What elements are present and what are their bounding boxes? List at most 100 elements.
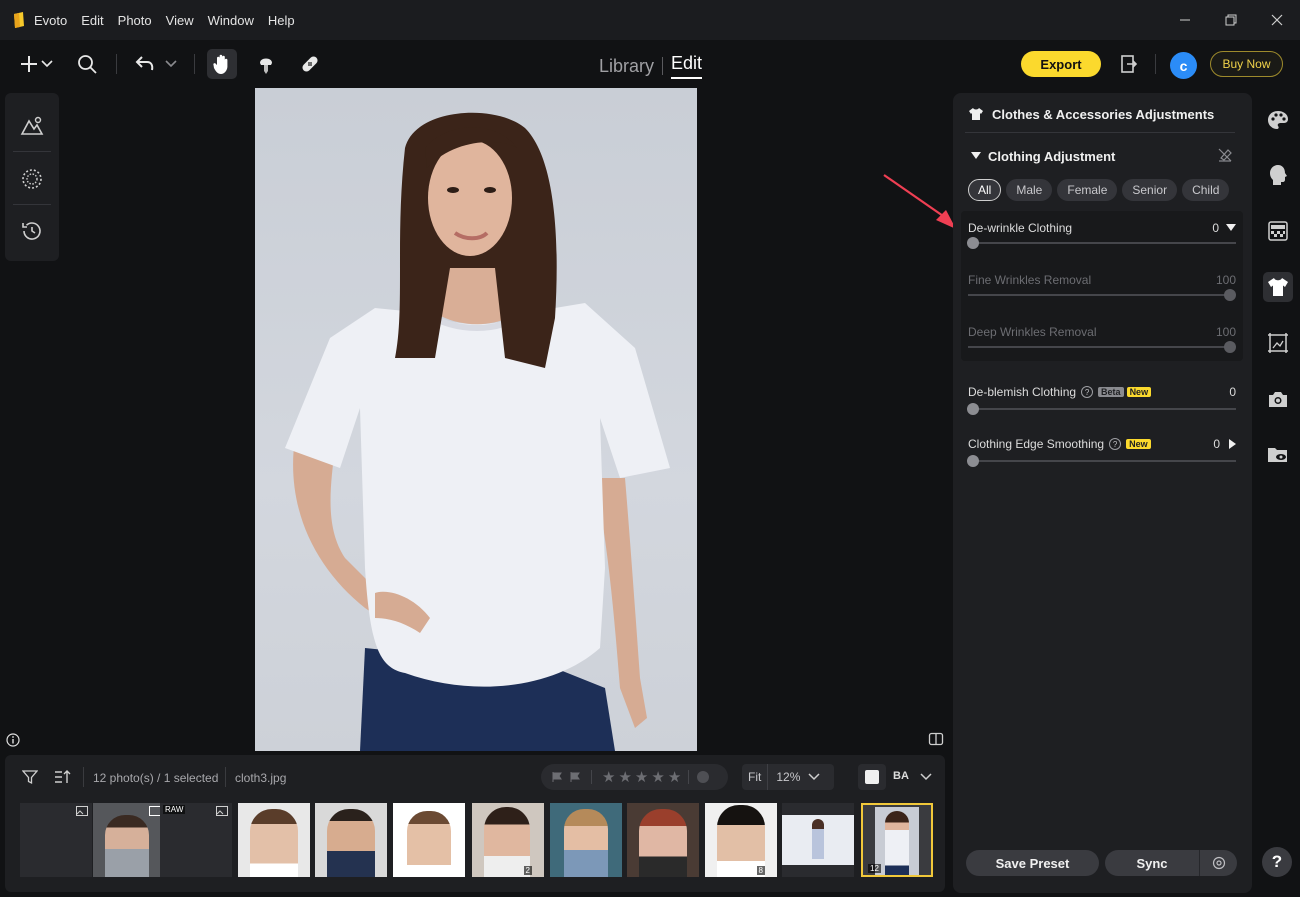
filter-senior[interactable]: Senior bbox=[1122, 179, 1178, 201]
star-5[interactable]: ★ bbox=[668, 768, 681, 786]
menu-window[interactable]: Window bbox=[208, 13, 254, 28]
minimize-button[interactable] bbox=[1162, 0, 1208, 40]
palette-icon bbox=[1268, 111, 1288, 129]
filter-icon[interactable] bbox=[22, 769, 38, 785]
preview-folder-button[interactable] bbox=[1263, 440, 1293, 470]
filter-all[interactable]: All bbox=[968, 179, 1002, 201]
avatar[interactable]: c bbox=[1170, 52, 1197, 79]
fine-wrinkles-value[interactable]: 100 bbox=[1216, 273, 1236, 287]
thumbnail[interactable] bbox=[782, 803, 854, 877]
star-1[interactable]: ★ bbox=[602, 768, 615, 786]
background-button[interactable] bbox=[1263, 216, 1293, 246]
dewrinkle-slider-handle[interactable] bbox=[967, 237, 979, 249]
right-tool-rail bbox=[1255, 93, 1300, 893]
thumbnail[interactable] bbox=[550, 803, 622, 877]
edge-smoothing-slider-handle[interactable] bbox=[967, 455, 979, 467]
caret-right-icon[interactable] bbox=[1229, 439, 1236, 449]
color-adjust-button[interactable] bbox=[1263, 105, 1293, 135]
buy-now-button[interactable]: Buy Now bbox=[1210, 51, 1283, 77]
search-button[interactable] bbox=[72, 49, 102, 79]
deep-wrinkles-slider-handle[interactable] bbox=[1224, 341, 1236, 353]
edge-smoothing-value[interactable]: 0 bbox=[1213, 437, 1220, 451]
tab-library[interactable]: Library bbox=[599, 56, 654, 77]
flag-icon[interactable] bbox=[551, 771, 563, 783]
close-button[interactable] bbox=[1254, 0, 1300, 40]
undo-dropdown-button[interactable] bbox=[162, 49, 180, 79]
help-button[interactable]: ? bbox=[1262, 847, 1292, 877]
sort-icon[interactable] bbox=[54, 769, 72, 785]
thumbnail[interactable] bbox=[20, 803, 92, 877]
filter-child[interactable]: Child bbox=[1182, 179, 1230, 201]
color-label-dot[interactable] bbox=[697, 771, 710, 783]
export-button[interactable]: Export bbox=[1021, 51, 1101, 77]
help-icon[interactable]: ? bbox=[1081, 386, 1094, 398]
deep-wrinkles-value[interactable]: 100 bbox=[1216, 325, 1236, 339]
deblemish-slider-handle[interactable] bbox=[967, 403, 979, 415]
sync-button[interactable]: Sync bbox=[1105, 850, 1200, 876]
save-preset-button[interactable]: Save Preset bbox=[966, 850, 1099, 876]
thumbnail[interactable]: 2 bbox=[472, 803, 544, 877]
history-button[interactable] bbox=[17, 216, 47, 246]
caret-down-icon[interactable] bbox=[1226, 224, 1236, 232]
edge-smoothing-slider[interactable] bbox=[967, 455, 1236, 467]
camera-button[interactable] bbox=[1263, 384, 1293, 414]
caret-down-icon[interactable] bbox=[971, 152, 981, 160]
portrait-button[interactable] bbox=[1263, 160, 1293, 190]
thumbnail[interactable] bbox=[393, 803, 465, 877]
exit-button[interactable] bbox=[1114, 49, 1144, 79]
dewrinkle-slider[interactable] bbox=[967, 237, 1236, 249]
split-view-icon[interactable] bbox=[928, 731, 944, 747]
filter-male[interactable]: Male bbox=[1006, 179, 1053, 201]
thumbnail-photo bbox=[250, 809, 298, 877]
menu-view[interactable]: View bbox=[166, 13, 194, 28]
search-icon bbox=[78, 55, 97, 74]
eraser-reset-icon[interactable] bbox=[1217, 147, 1233, 163]
fine-wrinkles-slider[interactable] bbox=[968, 289, 1236, 301]
thumbnail[interactable] bbox=[627, 803, 699, 877]
deblemish-slider[interactable] bbox=[967, 403, 1236, 415]
thumbnail[interactable] bbox=[238, 803, 310, 877]
thumbnail-selected[interactable]: 12 bbox=[861, 803, 933, 877]
thumbnail[interactable] bbox=[315, 803, 387, 877]
reject-flag-icon[interactable] bbox=[569, 771, 581, 783]
crop-frame-icon bbox=[1268, 333, 1288, 353]
scene-tool-button[interactable] bbox=[17, 111, 47, 141]
thumbnail[interactable] bbox=[93, 803, 165, 877]
thumbnail[interactable]: RAW bbox=[160, 803, 232, 877]
restore-button[interactable] bbox=[1208, 0, 1254, 40]
undo-button[interactable] bbox=[130, 49, 160, 79]
section-title[interactable]: Clothing Adjustment bbox=[988, 149, 1115, 164]
zoom-select[interactable]: 12% bbox=[768, 770, 800, 784]
fit-button[interactable]: Fit bbox=[742, 764, 769, 790]
crop-button[interactable] bbox=[1263, 328, 1293, 358]
mask-tool-button[interactable] bbox=[17, 164, 47, 194]
dewrinkle-value[interactable]: 0 bbox=[1212, 221, 1219, 235]
photo-canvas[interactable] bbox=[255, 88, 697, 751]
menu-help[interactable]: Help bbox=[268, 13, 295, 28]
chevron-down-icon[interactable] bbox=[808, 773, 820, 781]
filter-female[interactable]: Female bbox=[1057, 179, 1118, 201]
tab-edit[interactable]: Edit bbox=[671, 53, 703, 79]
before-after-button[interactable]: BA bbox=[893, 770, 909, 782]
hand-tool-button[interactable] bbox=[207, 49, 237, 79]
add-dropdown-button[interactable] bbox=[38, 49, 56, 79]
help-icon[interactable]: ? bbox=[1109, 438, 1122, 450]
deep-wrinkles-slider[interactable] bbox=[968, 341, 1236, 353]
clothes-adjust-button[interactable] bbox=[1263, 272, 1293, 302]
star-4[interactable]: ★ bbox=[651, 768, 664, 786]
menu-edit[interactable]: Edit bbox=[81, 13, 103, 28]
info-icon[interactable] bbox=[6, 733, 20, 747]
chevron-down-icon[interactable] bbox=[920, 773, 932, 781]
star-3[interactable]: ★ bbox=[635, 768, 648, 786]
sync-settings-button[interactable] bbox=[1200, 850, 1237, 876]
healing-tool-button[interactable] bbox=[295, 49, 325, 79]
star-2[interactable]: ★ bbox=[618, 768, 631, 786]
current-filename: cloth3.jpg bbox=[235, 771, 287, 785]
brush-tool-button[interactable] bbox=[251, 49, 281, 79]
deblemish-value[interactable]: 0 bbox=[1229, 385, 1236, 399]
menu-photo[interactable]: Photo bbox=[118, 13, 152, 28]
single-view-button[interactable] bbox=[858, 764, 886, 790]
fine-wrinkles-slider-handle[interactable] bbox=[1224, 289, 1236, 301]
thumbnail[interactable]: 8 bbox=[705, 803, 777, 877]
edge-smoothing-label: Clothing Edge Smoothing bbox=[968, 437, 1105, 451]
